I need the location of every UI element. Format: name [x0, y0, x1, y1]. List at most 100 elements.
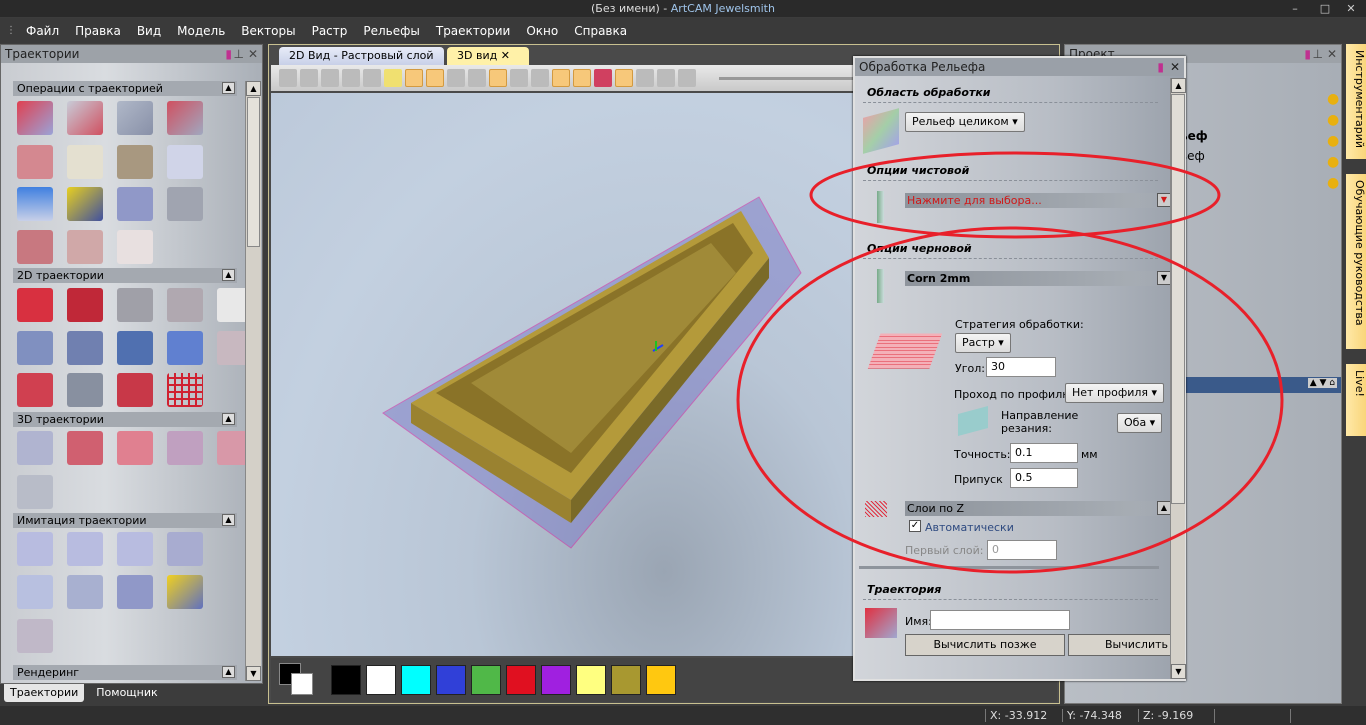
toolpath-2d-icon[interactable] [17, 331, 53, 365]
rough-tool-selector[interactable]: Corn 2mm ▼ [905, 271, 1171, 286]
close-icon[interactable]: ✕ [248, 45, 258, 63]
scroll-up-icon[interactable]: ▲ [246, 81, 261, 96]
tab-3d-view[interactable]: 3D вид ✕ [447, 47, 529, 65]
collapse-icon[interactable]: ▲ [222, 269, 235, 281]
toolpath-op-icon[interactable] [117, 230, 153, 264]
scroll-up-icon[interactable]: ▲ [1171, 78, 1186, 93]
toolpath-2d-icon[interactable] [117, 373, 153, 407]
top-view-icon[interactable] [342, 69, 360, 87]
collapse-icon[interactable]: ▲ [222, 413, 235, 425]
toolpath-op-icon[interactable] [17, 187, 53, 221]
panel-controls-icon[interactable]: ▲ ▼ ⌂ [1307, 378, 1337, 388]
relief-shade-icon[interactable] [447, 69, 465, 87]
finish-tool-selector[interactable]: Нажмите для выбора... ▼ [905, 193, 1171, 208]
scroll-thumb[interactable] [1171, 94, 1185, 504]
tool-icon[interactable] [510, 69, 528, 87]
close-icon[interactable]: ✕ [1170, 58, 1180, 76]
tab-tutorials[interactable]: Обучающие руководства [1346, 174, 1366, 349]
section-3d-toolpaths[interactable]: 3D траектории ▲ [13, 412, 237, 427]
plane-icon[interactable] [405, 69, 423, 87]
toolpath-op-icon[interactable] [167, 101, 203, 135]
dropdown-arrow-icon[interactable]: ▼ [1157, 271, 1171, 285]
close-icon[interactable]: ✕ [1327, 45, 1337, 63]
diamond-icon[interactable] [594, 69, 612, 87]
visibility-bulb-icons[interactable]: ● ● ● ● ● [1327, 89, 1339, 194]
toolpath-2d-icon[interactable] [67, 373, 103, 407]
tab-assistant[interactable]: Помощник [90, 684, 163, 702]
menu-model[interactable]: Модель [169, 24, 233, 38]
help-book-icon[interactable]: ▮ [1304, 45, 1311, 63]
toolpath-3d-icon[interactable] [167, 431, 203, 465]
menu-vectors[interactable]: Векторы [233, 24, 303, 38]
panel-scrollbar[interactable]: ▲ ▼ [245, 81, 261, 681]
toolpath-2d-icon[interactable] [167, 373, 203, 407]
eye-icon[interactable] [678, 69, 696, 87]
toolpath-op-icon[interactable] [17, 101, 53, 135]
scroll-down-icon[interactable]: ▼ [246, 666, 261, 681]
background-color[interactable] [291, 673, 313, 695]
menu-window[interactable]: Окно [518, 24, 566, 38]
pin-icon[interactable]: ⊥ [234, 45, 244, 63]
section-toolpath-simulation[interactable]: Имитация траектории ▲ [13, 513, 237, 528]
collapse-icon[interactable]: ▲ [222, 82, 235, 94]
toolpath-show-icon[interactable] [615, 69, 633, 87]
menu-help[interactable]: Справка [566, 24, 635, 38]
maximize-button[interactable]: □ [1314, 0, 1336, 17]
toolpath-op-icon[interactable] [67, 230, 103, 264]
tab-live[interactable]: Live! [1346, 364, 1366, 436]
toolpath-op-icon[interactable] [67, 101, 103, 135]
toolpath-op-icon[interactable] [67, 145, 103, 179]
z-layers-header[interactable]: Слои по Z ▲ [905, 501, 1171, 516]
color-swatch[interactable] [506, 665, 536, 695]
toolpath-3d-icon[interactable] [117, 431, 153, 465]
brush-icon[interactable] [636, 69, 654, 87]
dropdown-arrow-icon[interactable]: ▼ [1157, 193, 1171, 207]
menu-file[interactable]: Файл [18, 24, 67, 38]
toolpath-2d-icon[interactable] [117, 331, 153, 365]
simulation-icon[interactable] [117, 575, 153, 609]
close-button[interactable]: ✕ [1340, 0, 1362, 17]
menu-edit[interactable]: Правка [67, 24, 129, 38]
color-swatch[interactable] [331, 665, 361, 695]
scroll-thumb[interactable] [247, 97, 260, 247]
front-view-icon[interactable] [300, 69, 318, 87]
simulation-icon[interactable] [67, 532, 103, 566]
simulation-icon[interactable] [117, 532, 153, 566]
minimize-button[interactable]: – [1284, 0, 1306, 17]
tab-toolpaths[interactable]: Траектории [4, 684, 85, 702]
color-swatch[interactable] [611, 665, 641, 695]
zoom-icon[interactable] [363, 69, 381, 87]
fg-bg-colors[interactable] [279, 663, 323, 697]
color-swatch[interactable] [576, 665, 606, 695]
tab-toolbox[interactable]: Инструментарий [1346, 44, 1366, 159]
magnifier-icon[interactable] [17, 475, 53, 509]
help-book-icon[interactable]: ▮ [1157, 58, 1164, 76]
scroll-down-icon[interactable]: ▼ [1171, 664, 1186, 679]
light-bulb-icon[interactable] [384, 69, 402, 87]
profile-dropdown[interactable]: Нет профиля [1065, 383, 1165, 403]
close-tab-icon[interactable]: ✕ [501, 49, 510, 62]
color-swatch[interactable] [541, 665, 571, 695]
menu-toolpaths[interactable]: Траектории [428, 24, 518, 38]
color-swatch[interactable] [366, 665, 396, 695]
toolpath-op-icon[interactable] [17, 145, 53, 179]
color-swatch[interactable] [401, 665, 431, 695]
layers-icon[interactable] [573, 69, 591, 87]
toolpath-2d-icon[interactable] [67, 331, 103, 365]
section-toolpath-operations[interactable]: Операции с траекторией ▲ [13, 81, 237, 96]
collapse-icon[interactable]: ▲ [1157, 501, 1171, 515]
color-swatch[interactable] [646, 665, 676, 695]
simulation-icon[interactable] [17, 532, 53, 566]
star-icon[interactable] [552, 69, 570, 87]
vector-icon[interactable] [531, 69, 549, 87]
toolpath-op-icon[interactable] [167, 187, 203, 221]
simulation-icon[interactable] [67, 575, 103, 609]
color-swatch[interactable] [436, 665, 466, 695]
simulation-icon[interactable] [17, 619, 53, 653]
pin-icon[interactable]: ⊥ [1313, 45, 1323, 63]
timer-icon[interactable] [657, 69, 675, 87]
direction-dropdown[interactable]: Оба [1117, 413, 1163, 433]
toolpath-2d-icon[interactable] [67, 288, 103, 322]
tolerance-input[interactable]: 0.1 [1010, 443, 1078, 463]
simulation-icon[interactable] [167, 575, 203, 609]
